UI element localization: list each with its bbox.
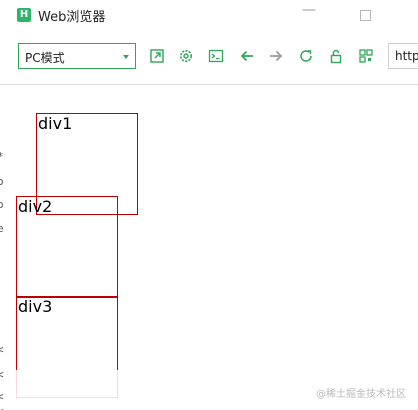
gutter-char: < [0, 368, 4, 381]
address-bar[interactable]: http [388, 43, 418, 69]
forward-button[interactable] [268, 48, 284, 64]
terminal-icon [208, 49, 224, 63]
gear-icon [180, 50, 192, 62]
gutter-char: < [0, 405, 4, 410]
demo-box-label: div1 [38, 114, 73, 133]
background-editor-gutter: * o o e < < < < [0, 85, 8, 410]
title-bar: H Web浏览器 — [0, 0, 418, 30]
qrcode-icon [359, 49, 373, 63]
watermark: @稀土掘金技术社区 [316, 389, 406, 400]
lock-button[interactable] [328, 48, 344, 64]
settings-button[interactable] [178, 48, 194, 64]
minimize-button[interactable]: — [302, 2, 316, 18]
maximize-button[interactable] [360, 10, 371, 21]
gutter-char: e [0, 222, 4, 235]
browser-toolbar: PC模式 http [0, 30, 418, 85]
arrow-right-icon [270, 50, 283, 62]
browser-window: H Web浏览器 — PC模式 http o o e < < < div1 di… [0, 0, 418, 410]
unlock-icon [330, 49, 342, 64]
qrcode-button[interactable] [358, 48, 374, 64]
open-external-icon [150, 49, 164, 63]
back-button[interactable] [239, 48, 255, 64]
gutter-char: o [0, 198, 4, 211]
demo-box-div2: div2 [16, 196, 118, 298]
watermark-mask [16, 370, 126, 402]
address-bar-value: http [395, 49, 418, 63]
window-title: Web浏览器 [38, 10, 106, 25]
arrow-left-icon [240, 50, 253, 62]
gutter-char: < [0, 343, 4, 356]
refresh-icon [300, 50, 312, 62]
console-button[interactable] [208, 48, 224, 64]
app-logo-icon: H [17, 8, 31, 22]
gutter-char: o [0, 175, 4, 188]
chevron-down-icon [123, 55, 129, 59]
open-external-button[interactable] [149, 48, 165, 64]
demo-box-label: div3 [18, 297, 53, 316]
mode-dropdown[interactable]: PC模式 [18, 43, 136, 69]
gutter-char: * [0, 150, 4, 163]
demo-box-label: div2 [18, 197, 53, 216]
mode-dropdown-value: PC模式 [25, 51, 65, 65]
gutter-char: < [0, 390, 4, 403]
reload-button[interactable] [298, 48, 314, 64]
